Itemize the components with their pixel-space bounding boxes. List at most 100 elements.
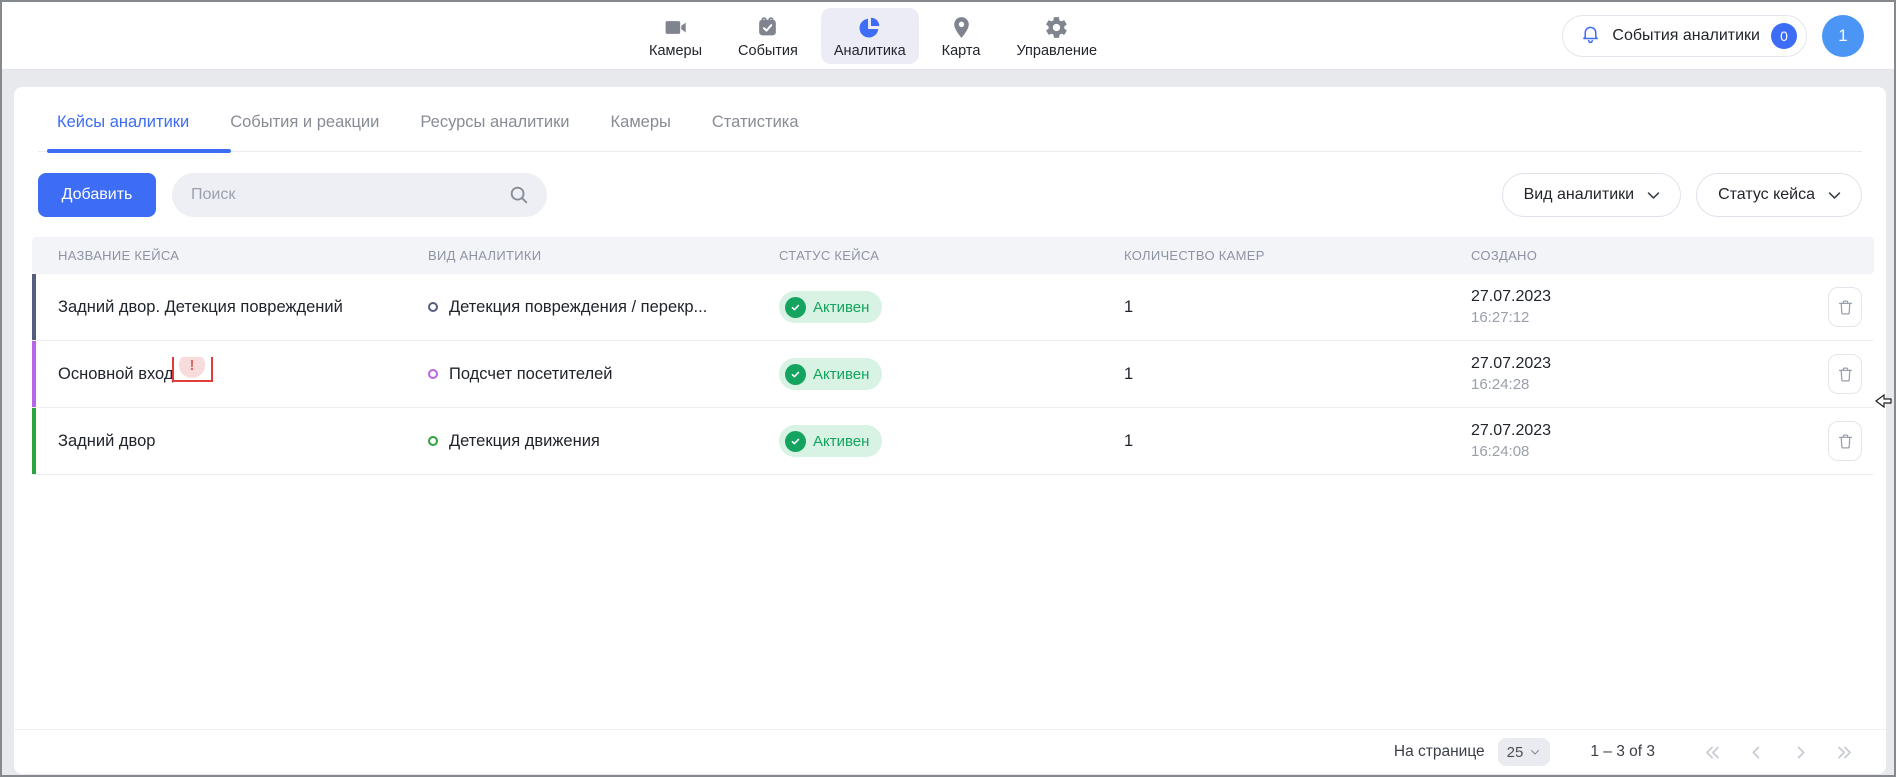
col-created: Создано — [1445, 248, 1802, 263]
case-status-filter[interactable]: Статус кейса — [1696, 173, 1862, 217]
actions-cell — [1802, 354, 1874, 394]
first-page-button[interactable] — [1703, 743, 1722, 762]
created-cell: 27.07.2023 16:24:08 — [1445, 420, 1802, 462]
col-analytics-type: Вид аналитики — [402, 248, 753, 263]
warning-highlight-box: ! — [172, 357, 213, 382]
tab-cameras[interactable]: Камеры — [611, 87, 671, 151]
nav-label: Камеры — [649, 43, 702, 59]
created-date: 27.07.2023 — [1471, 286, 1802, 307]
per-page-select[interactable]: 25 — [1498, 738, 1551, 766]
case-status-cell: Активен — [753, 291, 1098, 323]
bell-icon — [1580, 23, 1601, 49]
table-row[interactable]: Задний двор. Детекция повреждений Детекц… — [32, 274, 1874, 341]
analytics-type-dot — [428, 302, 438, 312]
search-box — [172, 173, 547, 217]
tab-analytics-resources[interactable]: Ресурсы аналитики — [420, 87, 569, 151]
nav-item-analytics[interactable]: Аналитика — [821, 8, 919, 64]
case-status-cell: Активен — [753, 425, 1098, 457]
row-accent-bar — [32, 274, 36, 340]
row-accent-bar — [32, 341, 36, 407]
nav-item-map[interactable]: Карта — [929, 8, 994, 64]
col-case-status: Статус кейса — [753, 248, 1098, 263]
chevron-down-icon — [1645, 187, 1662, 204]
double-chevron-left-icon — [1703, 743, 1722, 762]
page-range: 1 – 3 of 3 — [1590, 743, 1655, 761]
trash-icon — [1836, 365, 1855, 384]
filter-label: Вид аналитики — [1524, 186, 1635, 204]
prev-page-button[interactable] — [1747, 743, 1766, 762]
pagination-footer: На странице 25 1 – 3 of 3 — [14, 729, 1886, 774]
chevron-down-icon — [1826, 187, 1843, 204]
user-avatar[interactable]: 1 — [1822, 15, 1864, 57]
table-header: Название кейса Вид аналитики Статус кейс… — [32, 237, 1874, 274]
status-badge: Активен — [779, 358, 882, 390]
analytics-type-dot — [428, 369, 438, 379]
tab-events-reactions[interactable]: События и реакции — [230, 87, 379, 151]
chevron-right-icon — [1791, 743, 1810, 762]
trash-icon — [1836, 432, 1855, 451]
add-button[interactable]: Добавить — [38, 173, 156, 217]
analytics-type-filter[interactable]: Вид аналитики — [1502, 173, 1682, 217]
actions-cell — [1802, 287, 1874, 327]
case-status-cell: Активен — [753, 358, 1098, 390]
table-row[interactable]: Основной вход ! Подсчет посетителей Акти… — [32, 341, 1874, 408]
tab-statistics[interactable]: Статистика — [712, 87, 799, 151]
nav-item-settings[interactable]: Управление — [1003, 8, 1110, 64]
camera-icon — [663, 14, 689, 40]
filter-label: Статус кейса — [1718, 186, 1815, 204]
app-window: Камеры События — [0, 0, 1896, 777]
chevron-left-icon — [1747, 743, 1766, 762]
case-name-cell: Основной вход ! — [32, 357, 402, 391]
created-cell: 27.07.2023 16:24:28 — [1445, 353, 1802, 395]
nav-item-cameras[interactable]: Камеры — [636, 8, 715, 64]
check-circle-icon — [785, 297, 806, 318]
camera-count-cell: 1 — [1098, 432, 1445, 451]
analytics-type-dot — [428, 436, 438, 446]
created-time: 16:24:08 — [1471, 441, 1802, 462]
nav-label: Карта — [942, 43, 981, 59]
delete-button[interactable] — [1828, 287, 1862, 327]
status-badge: Активен — [779, 291, 882, 323]
main-nav: Камеры События — [636, 2, 1110, 70]
cases-table: Название кейса Вид аналитики Статус кейс… — [32, 237, 1874, 475]
events-button-label: События аналитики — [1612, 27, 1760, 45]
case-name-cell: Задний двор — [32, 432, 402, 451]
tab-bar: Кейсы аналитики События и реакции Ресурс… — [38, 87, 1862, 152]
created-cell: 27.07.2023 16:27:12 — [1445, 286, 1802, 328]
delete-button[interactable] — [1828, 354, 1862, 394]
delete-button[interactable] — [1828, 421, 1862, 461]
nav-label: Управление — [1016, 43, 1097, 59]
analytics-type-cell: Детекция движения — [402, 432, 753, 451]
warning-icon: ! — [179, 357, 205, 378]
col-case-name: Название кейса — [32, 248, 402, 263]
events-icon — [755, 14, 781, 40]
events-count-badge: 0 — [1771, 23, 1797, 49]
created-date: 27.07.2023 — [1471, 420, 1802, 441]
topbar-right: События аналитики 0 1 — [1562, 15, 1864, 57]
per-page-label: На странице — [1394, 743, 1485, 761]
created-time: 16:27:12 — [1471, 307, 1802, 328]
camera-count-cell: 1 — [1098, 298, 1445, 317]
map-pin-icon — [948, 14, 974, 40]
status-badge: Активен — [779, 425, 882, 457]
analytics-events-button[interactable]: События аналитики 0 — [1562, 15, 1807, 57]
nav-label: Аналитика — [834, 43, 906, 59]
chevron-down-icon — [1529, 746, 1541, 758]
check-circle-icon — [785, 431, 806, 452]
nav-label: События — [738, 43, 798, 59]
created-time: 16:24:28 — [1471, 374, 1802, 395]
tab-analytics-cases[interactable]: Кейсы аналитики — [57, 87, 189, 151]
table-row[interactable]: Задний двор Детекция движения Активен 1 — [32, 408, 1874, 475]
analytics-type-cell: Детекция повреждения / перекр... — [402, 298, 753, 317]
next-page-button[interactable] — [1791, 743, 1810, 762]
per-page-value: 25 — [1507, 744, 1524, 761]
search-input[interactable] — [172, 173, 547, 217]
gear-icon — [1044, 14, 1070, 40]
pager — [1703, 743, 1854, 762]
last-page-button[interactable] — [1835, 743, 1854, 762]
search-icon — [508, 184, 530, 206]
top-bar: Камеры События — [2, 2, 1894, 70]
mouse-cursor — [1875, 392, 1893, 410]
row-accent-bar — [32, 408, 36, 474]
nav-item-events[interactable]: События — [725, 8, 811, 64]
